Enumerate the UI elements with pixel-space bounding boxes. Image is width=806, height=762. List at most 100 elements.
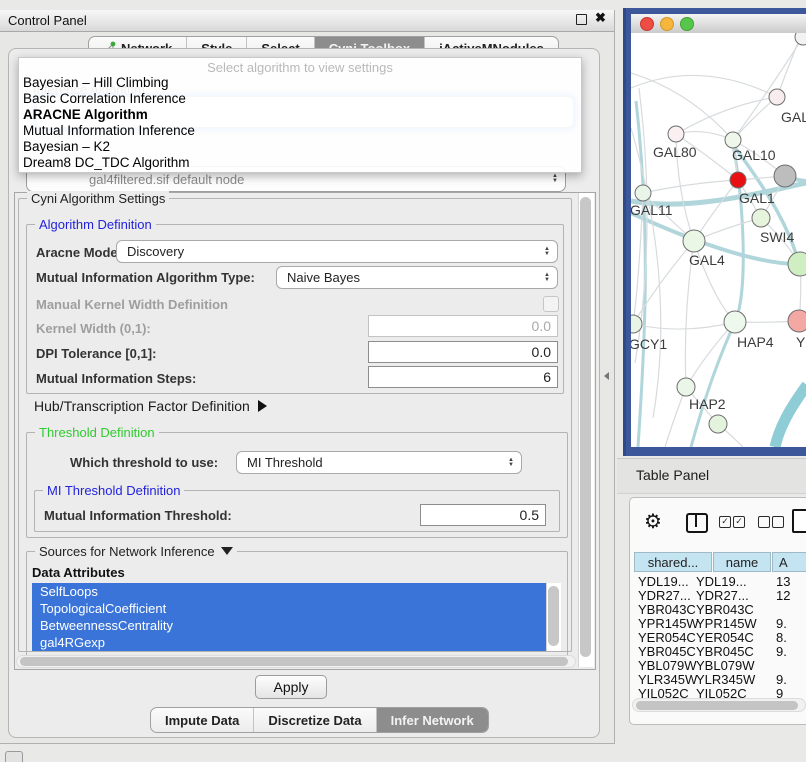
table-horizontal-scrollbar[interactable] bbox=[632, 698, 806, 712]
document-icon[interactable] bbox=[792, 509, 806, 533]
dropdown-item[interactable]: Dream8 DC_TDC Algorithm bbox=[19, 155, 581, 171]
network-node-hap2[interactable] bbox=[677, 378, 695, 396]
network-window-titlebar bbox=[631, 14, 806, 34]
network-node-gal[interactable] bbox=[769, 89, 785, 105]
which-threshold-label: Which threshold to use: bbox=[70, 455, 218, 470]
network-canvas[interactable]: GAL GAL80 GAL10 GAL1 GAL11 SWI4 GAL4 GCY… bbox=[631, 33, 806, 447]
network-node-swi4[interactable] bbox=[752, 209, 770, 227]
manual-kernel-label: Manual Kernel Width Definition bbox=[36, 297, 228, 312]
network-node-gal80[interactable] bbox=[668, 126, 684, 142]
stepper-icon: ▲▼ bbox=[552, 174, 558, 184]
minimize-icon[interactable] bbox=[660, 17, 674, 31]
node-label: SWI4 bbox=[760, 229, 794, 245]
dpi-tolerance-label: DPI Tolerance [0,1]: bbox=[36, 346, 156, 361]
node-label: Y bbox=[796, 334, 806, 350]
mi-type-combobox[interactable]: Naive Bayes ▲▼ bbox=[276, 266, 558, 289]
dropdown-item[interactable]: Bayesian – Hill Climbing bbox=[19, 75, 581, 91]
tab-impute-data[interactable]: Impute Data bbox=[151, 708, 253, 732]
node-label: GAL11 bbox=[631, 202, 673, 218]
network-node-hap4[interactable] bbox=[724, 311, 746, 333]
close-icon[interactable] bbox=[640, 17, 654, 31]
stepper-icon: ▲▼ bbox=[508, 458, 514, 468]
mi-steps-field[interactable]: 6 bbox=[368, 366, 558, 388]
table-panel-title: Table Panel bbox=[636, 467, 709, 483]
aracne-mode-value: Discovery bbox=[127, 244, 184, 259]
dropdown-item[interactable]: Basic Correlation Inference bbox=[19, 91, 581, 107]
sources-title-toggle[interactable]: Sources for Network Inference bbox=[35, 544, 237, 559]
column-header-name[interactable]: name bbox=[713, 552, 771, 572]
gear-icon[interactable]: ⚙ bbox=[644, 509, 662, 534]
network-node-gal4[interactable] bbox=[683, 230, 705, 252]
network-node-gal11[interactable] bbox=[635, 185, 651, 201]
tab-infer-network[interactable]: Infer Network bbox=[376, 708, 488, 732]
attribute-item-selected[interactable]: gal4RGexp bbox=[32, 634, 546, 651]
algorithm-dropdown: Select algorithm to view settings Bayesi… bbox=[18, 57, 582, 173]
node-label: GAL80 bbox=[653, 144, 697, 160]
kernel-width-field[interactable]: 0.0 bbox=[368, 315, 558, 337]
column-header-partial[interactable]: A bbox=[772, 552, 806, 572]
node-label: GAL4 bbox=[689, 252, 725, 268]
network-graph: GAL GAL80 GAL10 GAL1 GAL11 SWI4 GAL4 GCY… bbox=[631, 33, 806, 447]
network-node-gal10[interactable] bbox=[725, 132, 741, 148]
attribute-item-selected[interactable]: SelfLoops bbox=[32, 583, 546, 600]
attribute-item-selected[interactable]: TopologicalCoefficient bbox=[32, 600, 546, 617]
node-label: GAL1 bbox=[739, 190, 775, 206]
close-icon[interactable]: ✖ bbox=[595, 10, 606, 26]
cyni-settings-title: Cyni Algorithm Settings bbox=[27, 191, 169, 206]
float-icon[interactable] bbox=[576, 14, 587, 25]
data-attributes-list: SelfLoops TopologicalCoefficient Between… bbox=[32, 583, 546, 651]
which-threshold-combobox[interactable]: MI Threshold ▲▼ bbox=[236, 451, 522, 474]
network-node[interactable] bbox=[788, 310, 806, 332]
node-label: GAL bbox=[781, 109, 806, 125]
which-threshold-value: MI Threshold bbox=[247, 455, 323, 470]
stepper-icon: ▲▼ bbox=[544, 273, 550, 283]
dropdown-item-selected[interactable]: ARACNE Algorithm bbox=[19, 107, 581, 123]
mi-threshold-field[interactable]: 0.5 bbox=[420, 504, 546, 526]
dropdown-item[interactable]: Mutual Information Inference bbox=[19, 123, 581, 139]
aracne-mode-combobox[interactable]: Discovery ▲▼ bbox=[116, 240, 558, 263]
stepper-icon: ▲▼ bbox=[544, 247, 550, 257]
zoom-icon[interactable] bbox=[680, 17, 694, 31]
network-node-gal1[interactable] bbox=[730, 172, 746, 188]
expand-down-icon bbox=[221, 547, 233, 555]
network-node[interactable] bbox=[709, 415, 727, 433]
dropdown-header: Select algorithm to view settings bbox=[19, 58, 581, 75]
splitter-collapse-icon[interactable] bbox=[604, 372, 609, 380]
kernel-width-label: Kernel Width (0,1): bbox=[36, 321, 151, 336]
tab-discretize-data[interactable]: Discretize Data bbox=[253, 708, 375, 732]
select-all-icon[interactable]: ✓ bbox=[719, 516, 731, 528]
dpi-tolerance-value: 0.0 bbox=[532, 344, 551, 360]
mi-type-label: Mutual Information Algorithm Type: bbox=[36, 270, 255, 285]
attribute-list-scrollbar[interactable] bbox=[546, 583, 561, 651]
mi-threshold-definition-title: MI Threshold Definition bbox=[43, 483, 184, 498]
settings-vertical-scrollbar[interactable] bbox=[578, 193, 594, 667]
control-panel-titlebar bbox=[0, 10, 614, 32]
node-label: HAP2 bbox=[689, 396, 726, 412]
network-node[interactable] bbox=[788, 252, 806, 276]
network-node[interactable] bbox=[795, 33, 806, 45]
dropdown-item[interactable]: Bayesian – K2 bbox=[19, 139, 581, 155]
aracne-mode-label: Aracne Mode: bbox=[36, 245, 122, 260]
mi-threshold-value: 0.5 bbox=[520, 507, 539, 523]
apply-button[interactable]: Apply bbox=[255, 675, 327, 699]
deselect-all-icon[interactable] bbox=[772, 516, 784, 528]
attribute-item-selected[interactable]: BetweennessCentrality bbox=[32, 617, 546, 634]
select-all-icon[interactable]: ✓ bbox=[733, 516, 745, 528]
manual-kernel-checkbox[interactable] bbox=[543, 296, 559, 312]
algorithm-definition-title: Algorithm Definition bbox=[35, 217, 156, 232]
hub-definition-toggle[interactable]: Hub/Transcription Factor Definition bbox=[34, 398, 267, 414]
expand-right-icon bbox=[258, 400, 267, 412]
deselect-all-icon[interactable] bbox=[758, 516, 770, 528]
column-header-shared-name[interactable]: shared... bbox=[634, 552, 712, 572]
settings-horizontal-scrollbar[interactable] bbox=[16, 655, 576, 668]
node-label: HAP4 bbox=[737, 334, 774, 350]
mi-steps-value: 6 bbox=[543, 369, 551, 385]
columns-icon[interactable] bbox=[686, 513, 708, 533]
network-source-value: gal4filtered.sif default node bbox=[89, 172, 244, 187]
hub-definition-label: Hub/Transcription Factor Definition bbox=[34, 398, 250, 414]
minimized-panel-icon[interactable] bbox=[5, 751, 23, 762]
dpi-tolerance-field[interactable]: 0.0 bbox=[368, 341, 558, 363]
node-label: GAL10 bbox=[732, 147, 776, 163]
kernel-width-value: 0.0 bbox=[532, 318, 551, 334]
network-node[interactable] bbox=[774, 165, 796, 187]
